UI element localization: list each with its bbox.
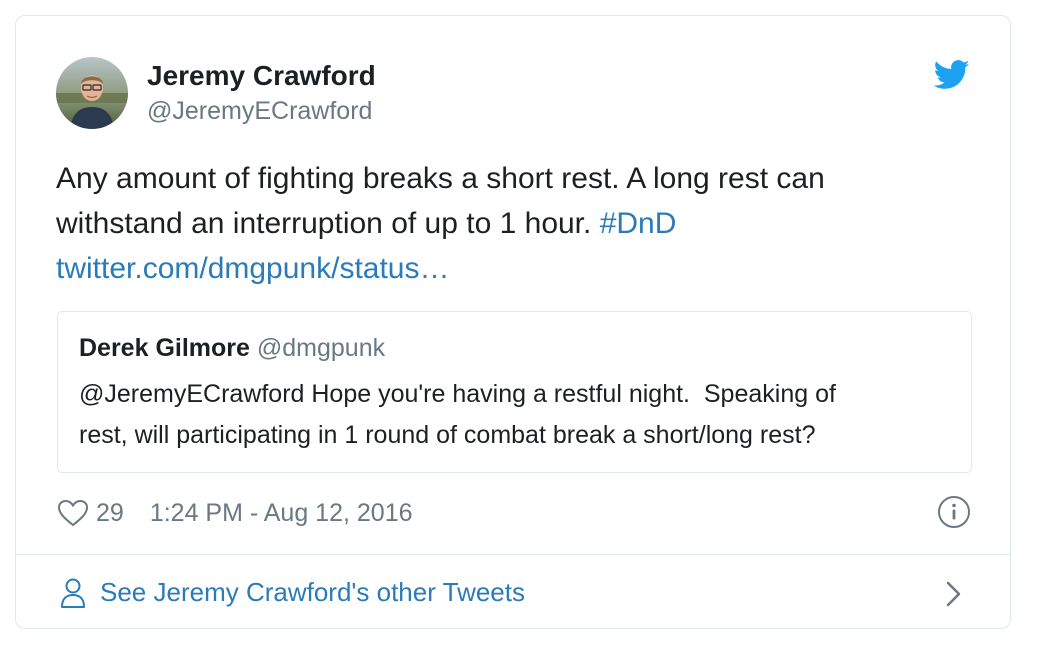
heart-icon[interactable] (56, 498, 90, 528)
like-count[interactable]: 29 (96, 499, 124, 528)
author-handle[interactable]: @JeremyECrawford (147, 94, 372, 128)
tweet-meta: 29 1:24 PM - Aug 12, 2016 (56, 493, 413, 533)
tweet-text-fragment: withstand an interruption of up to 1 hou… (56, 207, 600, 240)
quoted-author-handle: @dmgpunk (256, 334, 386, 362)
hashtag-link[interactable]: #DnD (600, 207, 677, 240)
quoted-tweet[interactable]: Derek Gilmore @dmgpunk @JeremyECrawford … (57, 311, 972, 473)
timestamp-link[interactable]: 1:24 PM - Aug 12, 2016 (150, 499, 413, 528)
tweet-text: Any amount of fighting breaks a short re… (56, 156, 956, 291)
person-icon (60, 577, 86, 609)
info-icon[interactable] (937, 495, 971, 529)
embedded-tweet-card: Jeremy Crawford @JeremyECrawford Any amo… (15, 15, 1011, 629)
quoted-tweet-text: @JeremyECrawford Hope you're having a re… (79, 374, 959, 456)
quoted-author-display-name: Derek Gilmore (79, 334, 250, 362)
chevron-right-icon (944, 579, 964, 609)
status-link[interactable]: twitter.com/dmgpunk/status… (56, 252, 450, 285)
tweet-text-line: twitter.com/dmgpunk/status… (56, 246, 956, 291)
twitter-bird-icon[interactable] (933, 60, 970, 90)
see-other-tweets-label: See Jeremy Crawford's other Tweets (100, 577, 525, 607)
avatar[interactable] (56, 57, 128, 129)
quoted-tweet-header: Derek Gilmore @dmgpunk (79, 331, 385, 365)
author-display-name[interactable]: Jeremy Crawford (147, 58, 376, 94)
tweet-text-line: withstand an interruption of up to 1 hou… (56, 201, 956, 246)
see-other-tweets-link[interactable]: See Jeremy Crawford's other Tweets (16, 555, 1010, 629)
tweet-text-line: Any amount of fighting breaks a short re… (56, 162, 825, 195)
quoted-tweet-text-line: @JeremyECrawford Hope you're having a re… (79, 380, 836, 408)
quoted-tweet-text-line: rest, will participating in 1 round of c… (79, 421, 816, 449)
